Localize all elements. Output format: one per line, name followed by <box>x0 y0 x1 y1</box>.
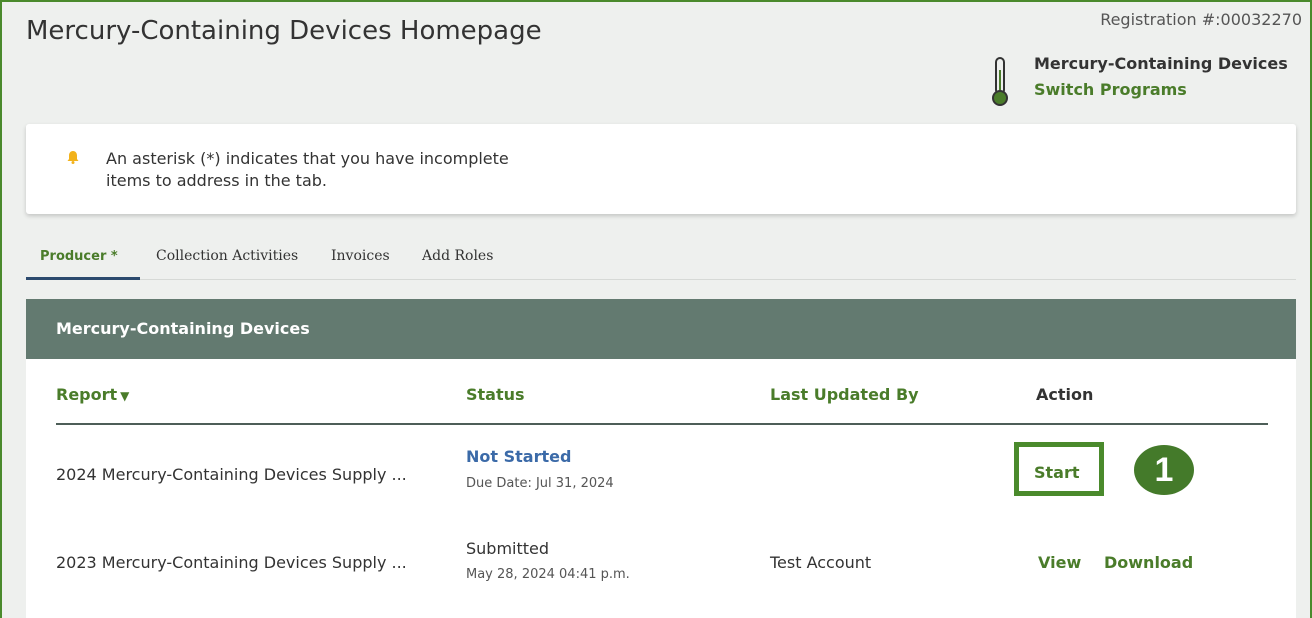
column-header-last-updated-by[interactable]: Last Updated By <box>770 385 919 404</box>
tab-collection-activities[interactable]: Collection Activities <box>156 248 298 264</box>
column-header-report[interactable]: Report ▼ <box>56 385 129 404</box>
column-header-action: Action <box>1036 385 1094 404</box>
card-header: Mercury-Containing Devices <box>26 299 1296 359</box>
alert-line-1: An asterisk (*) indicates that you have … <box>106 149 509 168</box>
download-button[interactable]: Download <box>1104 553 1193 572</box>
column-header-status[interactable]: Status <box>466 385 525 404</box>
bell-icon <box>67 151 79 164</box>
start-button[interactable]: Start <box>1034 463 1080 482</box>
registration-number: Registration #:00032270 <box>1100 10 1302 29</box>
alert-message: An asterisk (*) indicates that you have … <box>106 148 626 192</box>
header-divider <box>56 423 1268 425</box>
thermometer-icon <box>992 57 1008 106</box>
program-selector: Mercury-Containing Devices Switch Progra… <box>990 54 1310 108</box>
current-program-name: Mercury-Containing Devices <box>1034 54 1288 73</box>
due-date: Due Date: Jul 31, 2024 <box>466 476 614 491</box>
sort-down-icon: ▼ <box>120 389 130 403</box>
view-button[interactable]: View <box>1038 553 1081 572</box>
tab-add-roles[interactable]: Add Roles <box>422 248 493 264</box>
submitted-date: May 28, 2024 04:41 p.m. <box>466 567 630 582</box>
status-not-started[interactable]: Not Started <box>466 447 571 466</box>
program-tabs: Producer * Collection Activities Invoice… <box>26 242 1296 280</box>
page-title: Mercury-Containing Devices Homepage <box>26 16 542 46</box>
page-frame: Mercury-Containing Devices Homepage Regi… <box>0 0 1312 618</box>
step-number-badge: 1 <box>1134 445 1194 495</box>
report-name: 2023 Mercury-Containing Devices Supply .… <box>56 553 407 572</box>
reports-card: Mercury-Containing Devices Report ▼ Statu… <box>26 299 1296 618</box>
switch-programs-link[interactable]: Switch Programs <box>1034 80 1187 99</box>
last-updated-by: Test Account <box>770 553 872 572</box>
tab-producer[interactable]: Producer * <box>40 249 118 264</box>
tab-invoices[interactable]: Invoices <box>331 248 390 264</box>
column-header-report-label: Report <box>56 385 118 404</box>
card-title: Mercury-Containing Devices <box>56 319 310 338</box>
status-submitted: Submitted <box>466 539 550 558</box>
incomplete-items-alert: An asterisk (*) indicates that you have … <box>26 124 1296 214</box>
alert-line-2: items to address in the tab. <box>106 171 327 190</box>
active-tab-indicator <box>26 277 140 280</box>
report-name: 2024 Mercury-Containing Devices Supply .… <box>56 465 407 484</box>
